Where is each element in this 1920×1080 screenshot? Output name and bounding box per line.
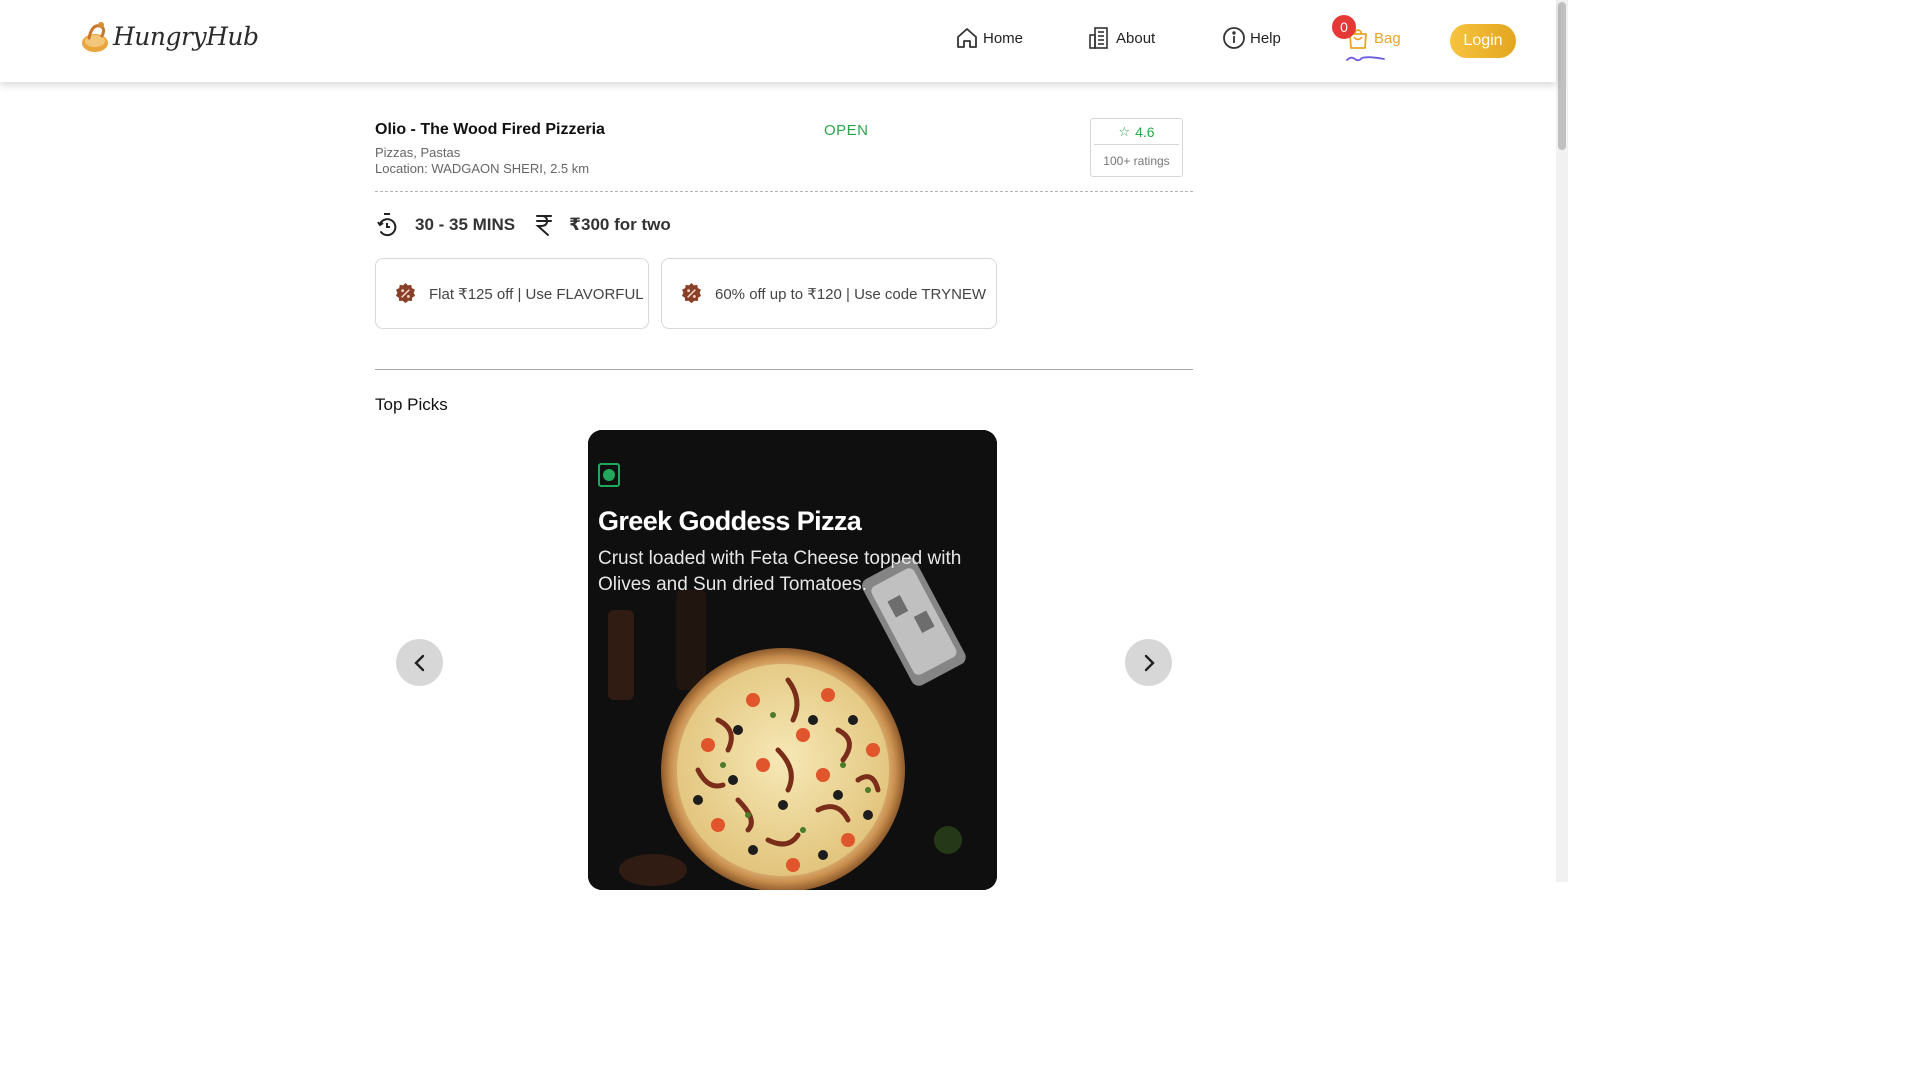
- rupee-icon: [535, 215, 553, 236]
- building-icon: [1089, 27, 1108, 49]
- carousel-prev-button[interactable]: [396, 639, 443, 686]
- nav-about-link[interactable]: About: [1088, 26, 1155, 50]
- top-picks-title: Top Picks: [375, 395, 448, 414]
- login-button[interactable]: Login: [1450, 24, 1516, 58]
- delivery-meta-row: 30 - 35 MINS ₹300 for two: [375, 211, 671, 239]
- nav-about-label: About: [1116, 29, 1156, 47]
- offer-text: Flat ₹125 off | Use FLAVORFUL: [429, 285, 644, 303]
- restaurant-name: Olio - The Wood Fired Pizzeria: [375, 121, 605, 138]
- cost-for-two: ₹300 for two: [569, 215, 671, 234]
- chevron-left-icon: [413, 654, 424, 671]
- ratings-count: 100+ ratings: [1103, 153, 1170, 168]
- section-divider: [375, 369, 1193, 370]
- page-scrollbar[interactable]: [1556, 0, 1568, 882]
- rating-value-row: ☆ 4.6: [1094, 119, 1179, 145]
- rating-box: ☆ 4.6 100+ ratings: [1090, 118, 1183, 177]
- offer-text: 60% off up to ₹120 | Use code TRYNEW: [715, 285, 987, 303]
- top-pick-name: Greek Goddess Pizza: [598, 506, 862, 536]
- logo-text: HungryHub: [113, 21, 259, 51]
- carousel-next-button[interactable]: [1125, 639, 1172, 686]
- top-navbar: HungryHub Home About Help Bag 0 Login: [0, 0, 1556, 82]
- home-icon: [957, 28, 977, 48]
- nav-home-label: Home: [983, 29, 1024, 47]
- nav-home-link[interactable]: Home: [955, 26, 1023, 50]
- restaurant-location: Location: WADGAON SHERI, 2.5 km: [375, 161, 590, 176]
- top-pick-card[interactable]: Greek Goddess Pizza Crust loaded with Fe…: [588, 430, 997, 890]
- logo-mascot-icon: [82, 22, 108, 52]
- discount-badge-icon: [395, 282, 416, 304]
- nav-bag-label: Bag: [1374, 29, 1401, 47]
- dashed-divider: [375, 191, 1193, 192]
- chevron-right-icon: [1144, 654, 1155, 671]
- top-pick-description: Crust loaded with Feta Cheese topped wit…: [598, 548, 962, 595]
- discount-badge-icon: [681, 282, 702, 304]
- restaurant-open-status: OPEN: [824, 122, 869, 139]
- bag-count-badge: 0: [1332, 15, 1356, 39]
- bag-active-underline: [1346, 56, 1385, 62]
- nav-help-link[interactable]: Help: [1222, 26, 1281, 50]
- timer-icon: [377, 213, 397, 237]
- hungryhub-logo[interactable]: HungryHub: [80, 16, 259, 56]
- nav-help-label: Help: [1250, 29, 1281, 47]
- offer-card[interactable]: Flat ₹125 off | Use FLAVORFUL: [375, 258, 649, 329]
- veg-indicator-icon: [598, 463, 620, 487]
- restaurant-cuisines: Pizzas, Pastas: [375, 145, 461, 160]
- rating-value: 4.6: [1135, 123, 1155, 140]
- pizza-image: [588, 430, 997, 890]
- offer-card[interactable]: 60% off up to ₹120 | Use code TRYNEW: [661, 258, 997, 329]
- star-icon: ☆: [1118, 123, 1131, 139]
- scrollbar-thumb[interactable]: [1558, 2, 1566, 150]
- delivery-time: 30 - 35 MINS: [415, 215, 516, 234]
- info-icon: [1223, 27, 1245, 49]
